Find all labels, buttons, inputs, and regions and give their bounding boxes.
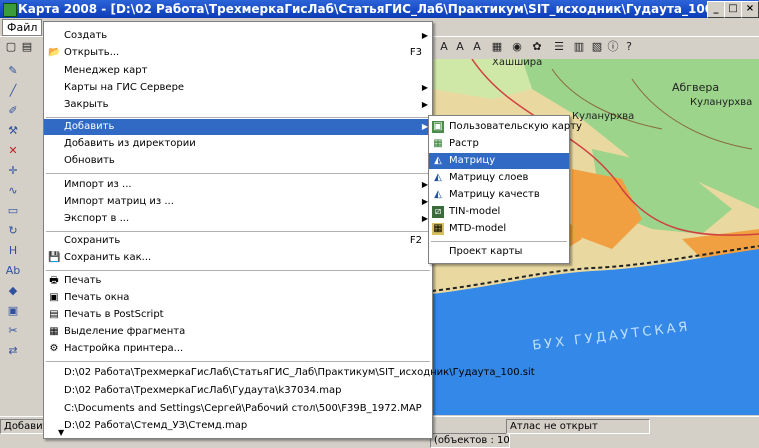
new-icon[interactable]: ▢ xyxy=(4,40,18,54)
file-menu: Создать ▶ 📂 Открыть... F3 Менеджер карт … xyxy=(43,21,535,439)
title-bar: Карта 2008 - [D:\02 Работа\ТрехмеркаГисЛ… xyxy=(0,0,759,18)
text-align-icon[interactable]: A xyxy=(470,40,484,54)
map-label: Хашшира xyxy=(492,59,543,68)
tools-icon[interactable]: ⚒ xyxy=(4,123,22,139)
text-tool-icon[interactable]: A xyxy=(437,40,451,54)
curve-icon[interactable]: ∿ xyxy=(4,183,22,199)
cross-icon[interactable]: ✛ xyxy=(4,163,22,179)
select-icon[interactable]: ▣ xyxy=(4,303,22,319)
help-icon[interactable]: ? xyxy=(622,40,636,54)
close-button[interactable]: × xyxy=(741,1,759,18)
text-icon[interactable]: Ab xyxy=(4,263,22,279)
printer-setup-icon: ⚙ xyxy=(49,343,59,354)
info-icon[interactable]: ⓘ xyxy=(606,40,620,54)
menu-item-refresh[interactable]: Обновить xyxy=(44,153,432,169)
maximize-button[interactable]: □ xyxy=(724,1,742,18)
edit-icon[interactable]: ✂ xyxy=(4,323,22,339)
move-icon[interactable]: ⇄ xyxy=(4,343,22,359)
raster-icon: ▦ xyxy=(433,138,443,149)
tin-model-icon: ⧄ xyxy=(432,206,444,218)
pencil-icon[interactable]: ✎ xyxy=(4,63,22,79)
open-folder-icon: 📂 xyxy=(48,47,61,58)
fragment-icon: ▦ xyxy=(49,326,59,337)
book-icon[interactable]: ▥ xyxy=(572,40,586,54)
add-submenu: ▣ Пользовательскую карту ▦ Растр ◭ Матри… xyxy=(428,115,582,264)
ruler-icon[interactable]: ▭ xyxy=(4,203,22,219)
height-icon[interactable]: H xyxy=(4,243,22,259)
app-icon xyxy=(3,3,17,17)
status-atlas: Атлас не открыт xyxy=(506,419,650,434)
menu-item-create[interactable]: Создать ▶ xyxy=(44,28,432,44)
globe-icon[interactable]: ◉ xyxy=(510,40,524,54)
create-icon xyxy=(48,30,60,42)
menu-item-open[interactable]: 📂 Открыть... F3 xyxy=(44,45,432,61)
user-map-icon: ▣ xyxy=(432,121,444,133)
print-window-icon: ▣ xyxy=(49,292,59,303)
menu-separator xyxy=(46,361,430,362)
submenu-item-matrix[interactable]: ◭ Матрицу xyxy=(429,153,569,169)
menu-separator xyxy=(46,270,430,271)
quality-matrix-icon: ◭ xyxy=(434,189,442,200)
save-icon: 💾 xyxy=(48,252,61,263)
legend-icon[interactable]: ☰ xyxy=(552,40,566,54)
text-style-icon[interactable]: A xyxy=(453,40,467,54)
menu-separator xyxy=(46,117,430,118)
mtd-model-icon: ▦ xyxy=(432,223,444,235)
matrix-icon: ◭ xyxy=(434,155,442,166)
menu-separator xyxy=(46,231,430,232)
menu-item-gis-server[interactable]: Карты на ГИС Сервере ▶ xyxy=(44,80,432,96)
menu-file[interactable]: Файл xyxy=(2,19,43,36)
map-label: Абгвера xyxy=(672,81,720,94)
submenu-separator xyxy=(431,241,567,242)
recent-file-1[interactable]: D:\02 Работа\ТрехмеркаГисЛаб\СтатьяГИС_Л… xyxy=(44,365,535,381)
menu-item-print[interactable]: 🖶 Печать xyxy=(44,273,432,289)
menu-item-map-manager[interactable]: Менеджер карт xyxy=(44,63,432,79)
status-object-count: (объектов : 10537) xyxy=(430,433,510,448)
recent-file-4[interactable]: D:\02 Работа\Стемд_УЗ\Стемд.map xyxy=(44,418,432,434)
fill-icon[interactable]: ◆ xyxy=(4,283,22,299)
layer-matrix-icon: ◭ xyxy=(434,172,442,183)
window-title: Карта 2008 - [D:\02 Работа\ТрехмеркаГисЛ… xyxy=(18,2,741,16)
brush-icon[interactable]: ✐ xyxy=(4,103,22,119)
submenu-item-map-project[interactable]: Проект карты xyxy=(429,244,569,260)
delete-icon[interactable]: ✕ xyxy=(4,143,22,159)
map-label: Куланурхва xyxy=(690,97,753,108)
submenu-item-quality-matrix[interactable]: ◭ Матрицу качеств xyxy=(429,187,569,203)
menu-item-close[interactable]: Закрыть ▶ xyxy=(44,97,432,113)
printer-icon: 🖶 xyxy=(49,275,59,286)
more-items-arrow-icon[interactable]: ▼ xyxy=(58,428,64,437)
submenu-item-user-map[interactable]: ▣ Пользовательскую карту xyxy=(429,119,582,135)
menu-item-print-postscript[interactable]: ▤ Печать в PostScript xyxy=(44,307,432,323)
minimize-button[interactable]: _ xyxy=(707,1,725,18)
submenu-item-mtd-model[interactable]: ▦ MTD-model xyxy=(429,221,569,237)
line-icon[interactable]: ╱ xyxy=(4,83,22,99)
grid-icon[interactable]: ▦ xyxy=(490,40,504,54)
open-icon[interactable]: ▤ xyxy=(20,40,34,54)
submenu-item-layer-matrix[interactable]: ◭ Матрицу слоев xyxy=(429,170,569,186)
menu-item-select-fragment[interactable]: ▦ Выделение фрагмента xyxy=(44,324,432,340)
menu-item-import-matrix[interactable]: Импорт матриц из ... ▶ xyxy=(44,194,432,210)
submenu-item-tin-model[interactable]: ⧄ TIN-model xyxy=(429,204,569,220)
menu-item-add[interactable]: Добавить ▶ xyxy=(44,119,432,135)
menu-separator xyxy=(46,173,430,174)
menu-item-export[interactable]: Экспорт в ... ▶ xyxy=(44,211,432,227)
menu-item-printer-setup[interactable]: ⚙ Настройка принтера... xyxy=(44,341,432,357)
menu-item-import[interactable]: Импорт из ... ▶ xyxy=(44,177,432,193)
book-2-icon[interactable]: ▧ xyxy=(590,40,604,54)
menu-item-add-from-directory[interactable]: Добавить из директории xyxy=(44,136,432,152)
menu-item-save-as[interactable]: 💾 Сохранить как... xyxy=(44,250,432,266)
left-tool-palette: ✎ ╱ ✐ ⚒ ✕ ✛ ∿ ▭ ↻ H Ab ◆ ▣ ✂ ⇄ xyxy=(0,59,45,416)
postscript-icon: ▤ xyxy=(49,309,59,320)
menu-item-save[interactable]: Сохранить F2 xyxy=(44,233,432,249)
menu-item-print-window[interactable]: ▣ Печать окна xyxy=(44,290,432,306)
recent-file-3[interactable]: C:\Documents and Settings\Сергей\Рабочий… xyxy=(44,401,432,417)
palette-icon[interactable]: ✿ xyxy=(530,40,544,54)
rotate-icon[interactable]: ↻ xyxy=(4,223,22,239)
recent-file-2[interactable]: D:\02 Работа\ТрехмеркаГисЛаб\Гудаута\k37… xyxy=(44,383,432,399)
submenu-item-raster[interactable]: ▦ Растр xyxy=(429,136,569,152)
